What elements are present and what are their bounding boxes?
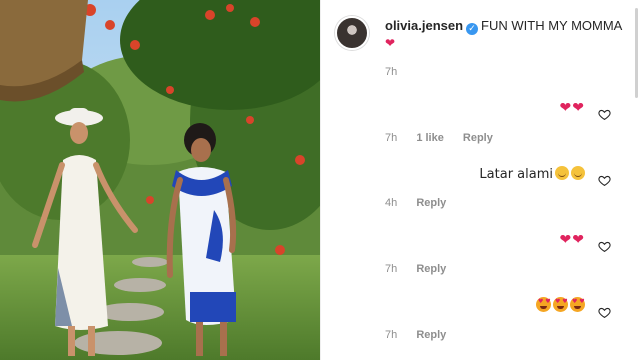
comment-likes[interactable]: 1 like <box>416 132 444 144</box>
comment-time: 7h <box>385 329 398 341</box>
comment-time: 7h <box>385 132 398 144</box>
caption-body: FUN WITH MY MOMMA <box>481 18 622 33</box>
comment-time: 7h <box>385 263 398 275</box>
comment-body: Latar alami <box>479 166 585 182</box>
comment-body: ❤❤ <box>560 232 585 248</box>
post-photo <box>0 0 320 360</box>
heart-outline-icon[interactable] <box>598 174 611 187</box>
reply-button[interactable]: Reply <box>463 132 493 144</box>
reply-button[interactable]: Reply <box>416 197 446 209</box>
comment-time: 4h <box>385 197 398 209</box>
caption-time: 7h <box>385 66 398 78</box>
comment-meta: 7h 1 like Reply <box>385 132 509 144</box>
caption-text: olivia.jensen ✓ FUN WITH MY MOMMA ❤ <box>385 18 625 51</box>
heart-emoji-icon: ❤❤ <box>559 232 585 248</box>
heart-eyes-emoji-icon <box>570 297 585 312</box>
heart-emoji-icon: ❤❤ <box>559 100 585 116</box>
comment-meta: 4h Reply <box>385 197 462 209</box>
comment-meta: 7h Reply <box>385 263 462 275</box>
heart-eyes-emoji-icon <box>553 297 568 312</box>
reply-button[interactable]: Reply <box>416 329 446 341</box>
comments-panel: olivia.jensen ✓ FUN WITH MY MOMMA ❤ 7h ❤❤ … <box>320 0 640 360</box>
heart-eyes-emoji-icon <box>536 297 551 312</box>
verified-icon: ✓ <box>466 23 479 35</box>
comment-body: ❤❤ <box>560 100 585 116</box>
avatar[interactable] <box>335 16 369 50</box>
scrollbar[interactable] <box>635 8 638 98</box>
comment-meta: 7h Reply <box>385 329 462 341</box>
caption-username[interactable]: olivia.jensen <box>385 18 463 33</box>
heart-emoji-icon: ❤ <box>385 36 396 50</box>
heart-outline-icon[interactable] <box>598 306 611 319</box>
heart-outline-icon[interactable] <box>598 240 611 253</box>
reply-button[interactable]: Reply <box>416 263 446 275</box>
smile-emoji-icon <box>555 166 569 180</box>
comment-text: Latar alami <box>479 167 553 182</box>
smile-emoji-icon <box>571 166 585 180</box>
comment-body <box>534 297 585 313</box>
heart-outline-icon[interactable] <box>598 108 611 121</box>
